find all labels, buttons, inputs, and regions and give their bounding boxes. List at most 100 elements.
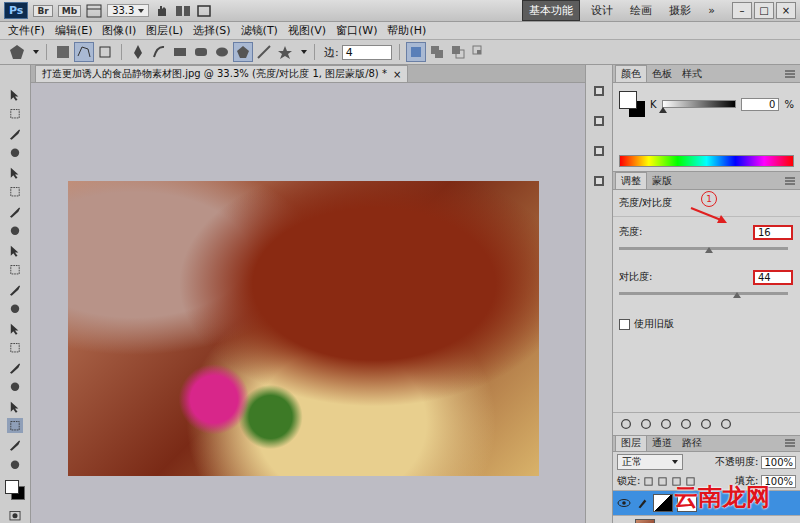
- pen-icon[interactable]: [129, 43, 147, 61]
- trash-icon[interactable]: [719, 417, 733, 431]
- lock-paint-icon[interactable]: [657, 476, 668, 487]
- legacy-checkbox-row[interactable]: 使用旧版: [613, 307, 800, 341]
- menu-item[interactable]: 编辑(E): [53, 23, 95, 38]
- blend-mode-select[interactable]: 正常: [617, 454, 683, 470]
- food-photo[interactable]: [68, 181, 539, 476]
- hand-icon[interactable]: [154, 4, 170, 18]
- hand-icon[interactable]: [7, 437, 23, 452]
- shape-icon[interactable]: [7, 418, 23, 433]
- slider-track[interactable]: [619, 247, 788, 250]
- history-icon[interactable]: [591, 83, 607, 99]
- k-slider[interactable]: [662, 100, 737, 108]
- panel-tab[interactable]: 路径: [677, 436, 707, 451]
- menu-item[interactable]: 视图(V): [286, 23, 328, 38]
- window-control-button[interactable]: ×: [776, 2, 796, 19]
- panel-tab[interactable]: 图层: [615, 436, 647, 451]
- back-icon[interactable]: [619, 417, 633, 431]
- marquee-icon[interactable]: [7, 106, 23, 121]
- expand-icon[interactable]: [639, 417, 653, 431]
- bridge-button[interactable]: Mb: [58, 5, 81, 17]
- arrange-documents-icon[interactable]: [175, 4, 191, 18]
- subtract-shape-icon[interactable]: [449, 43, 467, 61]
- workspace-button[interactable]: 基本功能: [522, 0, 580, 21]
- menu-item[interactable]: 帮助(H): [385, 23, 428, 38]
- intersect-shape-icon[interactable]: [470, 43, 488, 61]
- actions-icon[interactable]: [591, 113, 607, 129]
- add-shape-icon[interactable]: [428, 43, 446, 61]
- panel-tab[interactable]: 色板: [647, 66, 677, 82]
- slider-value-input[interactable]: 44: [754, 271, 792, 284]
- quick-select-icon[interactable]: [7, 145, 23, 160]
- freeform-pen-icon[interactable]: [150, 43, 168, 61]
- clip-icon[interactable]: [659, 417, 673, 431]
- move-icon[interactable]: [7, 87, 23, 102]
- blur-icon[interactable]: [7, 321, 23, 336]
- dodge-icon[interactable]: [7, 340, 23, 355]
- crop-icon[interactable]: [7, 165, 23, 180]
- polygon-icon[interactable]: [234, 43, 252, 61]
- menu-item[interactable]: 图像(I): [100, 23, 138, 38]
- new-shape-icon[interactable]: [407, 43, 425, 61]
- panel-tab[interactable]: 通道: [647, 436, 677, 451]
- panel-tab[interactable]: 调整: [615, 172, 647, 189]
- close-document-button[interactable]: ×: [393, 69, 401, 80]
- workspace-button[interactable]: 摄影: [663, 1, 697, 20]
- lasso-icon[interactable]: [7, 126, 23, 141]
- rounded-rect-icon[interactable]: [192, 43, 210, 61]
- panel-menu-icon[interactable]: [784, 69, 796, 79]
- paths-mode-icon[interactable]: [75, 43, 93, 61]
- menu-item[interactable]: 选择(S): [191, 23, 233, 38]
- slider-thumb[interactable]: [705, 247, 713, 253]
- lock-pixels-icon[interactable]: [643, 476, 654, 487]
- stamp-icon[interactable]: [7, 243, 23, 258]
- visibility-icon[interactable]: [679, 417, 693, 431]
- workspace-button[interactable]: 绘画: [624, 1, 658, 20]
- shape-layer-icon[interactable]: [54, 43, 72, 61]
- reset-icon[interactable]: [699, 417, 713, 431]
- document-tab[interactable]: 打造更加诱人的食品静物素材图.jpg @ 33.3% (亮度/对比度 1, 图层…: [35, 65, 408, 82]
- eye-icon[interactable]: [617, 497, 631, 509]
- polygon-tool-icon[interactable]: [8, 43, 26, 61]
- color-swatches[interactable]: [5, 480, 25, 499]
- quick-mask-icon[interactable]: [7, 508, 23, 523]
- slider-value-input[interactable]: 16: [754, 226, 792, 239]
- bridge-button[interactable]: Br: [33, 5, 52, 17]
- rectangle-icon[interactable]: [171, 43, 189, 61]
- panel-tab[interactable]: 样式: [677, 66, 707, 82]
- panel-menu-icon[interactable]: [784, 176, 796, 186]
- path-select-icon[interactable]: [7, 399, 23, 414]
- zoom-level[interactable]: 33.3: [107, 4, 149, 17]
- menu-item[interactable]: 图层(L): [144, 23, 185, 38]
- view-extras-icon[interactable]: [86, 4, 102, 18]
- workspace-button[interactable]: 设计: [585, 1, 619, 20]
- gradient-icon[interactable]: [7, 301, 23, 316]
- slider-track[interactable]: [619, 292, 788, 295]
- brushes-icon[interactable]: [591, 173, 607, 189]
- brush-icon[interactable]: [7, 223, 23, 238]
- eyedropper-icon[interactable]: [7, 184, 23, 199]
- healing-icon[interactable]: [7, 204, 23, 219]
- ellipse-icon[interactable]: [213, 43, 231, 61]
- slider-thumb[interactable]: [733, 292, 741, 298]
- sides-input[interactable]: 4: [342, 45, 392, 60]
- eye-icon[interactable]: [617, 522, 631, 523]
- history-brush-icon[interactable]: [7, 262, 23, 277]
- panel-tab[interactable]: 蒙版: [647, 173, 677, 189]
- line-icon[interactable]: [255, 43, 273, 61]
- panel-menu-icon[interactable]: [784, 438, 796, 448]
- menu-item[interactable]: 窗口(W): [334, 23, 379, 38]
- window-control-button[interactable]: –: [732, 2, 752, 19]
- panel-tab[interactable]: 颜色: [615, 65, 647, 82]
- tool-presets-icon[interactable]: [591, 143, 607, 159]
- zoom-icon[interactable]: [7, 457, 23, 472]
- fill-pixels-icon[interactable]: [96, 43, 114, 61]
- more-workspaces-button[interactable]: »: [702, 2, 721, 19]
- menu-item[interactable]: 文件(F): [6, 23, 47, 38]
- pen-icon[interactable]: [7, 360, 23, 375]
- eraser-icon[interactable]: [7, 282, 23, 297]
- screen-mode-icon[interactable]: [196, 4, 212, 18]
- foreground-color-swatch[interactable]: [619, 91, 645, 117]
- color-spectrum[interactable]: [619, 155, 794, 167]
- legacy-checkbox[interactable]: [619, 319, 630, 330]
- opacity-input[interactable]: 100%: [761, 456, 796, 469]
